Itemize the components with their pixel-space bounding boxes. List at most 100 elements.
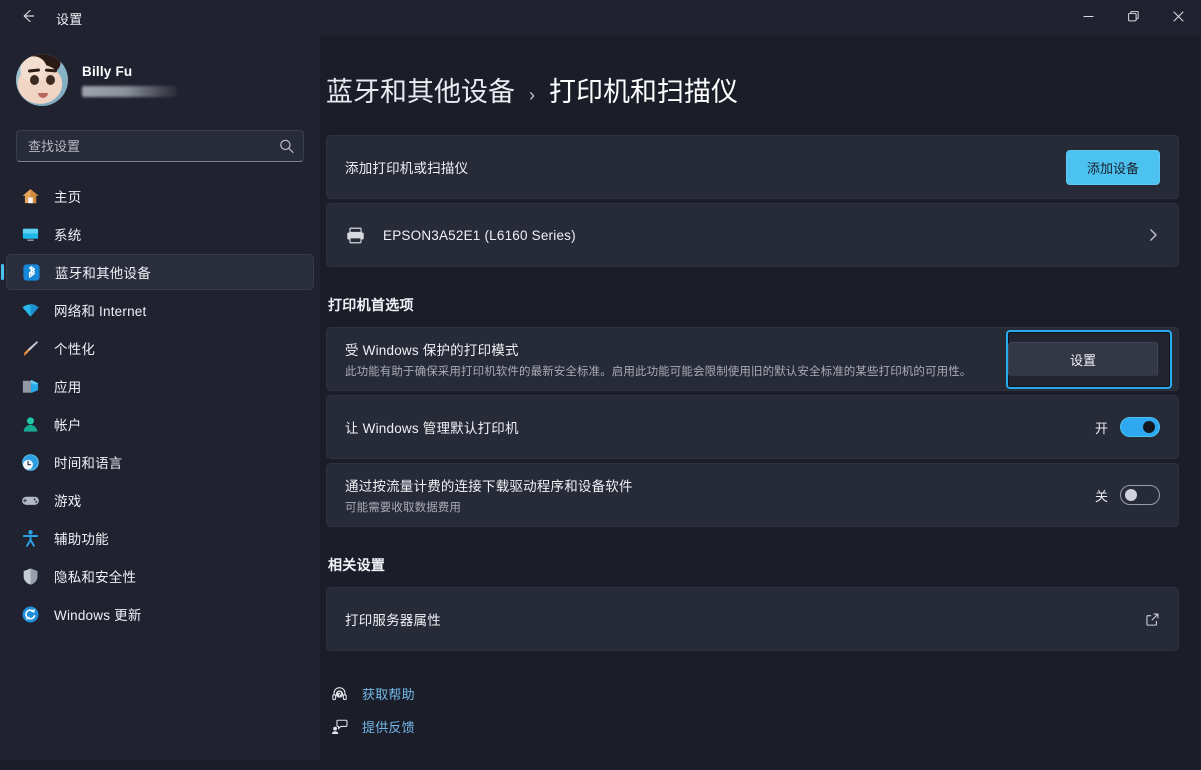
bluetooth-icon <box>21 262 41 282</box>
settings-window: 设置 Billy Fu 查找设置 主页 系统 蓝牙和其他设备 网络和 Inter… <box>0 0 1201 770</box>
profile-name: Billy Fu <box>82 63 133 79</box>
profile-section[interactable]: Billy Fu <box>0 40 320 118</box>
give-feedback-label[interactable]: 提供反馈 <box>362 717 415 736</box>
sidebar-item-time-language[interactable]: 时间和语言 <box>6 444 314 480</box>
sidebar-item-home[interactable]: 主页 <box>6 178 314 214</box>
sidebar-item-network[interactable]: 网络和 Internet <box>6 292 314 328</box>
protected-print-card: 受 Windows 保护的打印模式 此功能有助于确保采用打印机软件的最新安全标准… <box>326 327 1179 391</box>
search-input[interactable] <box>17 138 303 154</box>
metered-download-title: 通过按流量计费的连接下载驱动程序和设备软件 <box>345 479 633 494</box>
window-title: 设置 <box>56 11 83 27</box>
add-printer-card: 添加打印机或扫描仪 添加设备 <box>326 135 1179 199</box>
sidebar-item-windows-update[interactable]: Windows 更新 <box>6 596 314 632</box>
get-help-link[interactable]: 获取帮助 <box>330 677 1179 710</box>
protected-print-description: 此功能有助于确保采用打印机软件的最新安全标准。启用此功能可能会限制使用旧的默认安… <box>345 366 972 378</box>
protected-print-focus-ring: 设置 <box>1006 329 1172 389</box>
get-help-label[interactable]: 获取帮助 <box>362 684 415 703</box>
sidebar-item-label: 帐户 <box>54 418 82 433</box>
sidebar-item-label: 网络和 Internet <box>54 304 147 319</box>
arrow-left-icon <box>20 8 36 29</box>
windows-update-icon <box>20 604 40 624</box>
feedback-icon <box>330 718 348 735</box>
add-device-button[interactable]: 添加设备 <box>1065 149 1160 185</box>
sidebar-item-label: 蓝牙和其他设备 <box>55 266 151 281</box>
sidebar-item-accessibility[interactable]: 辅助功能 <box>6 520 314 556</box>
print-server-row[interactable]: 打印服务器属性 <box>327 588 1178 650</box>
printer-icon <box>345 225 367 246</box>
back-button[interactable] <box>8 2 48 34</box>
system-icon <box>20 224 40 244</box>
sidebar-item-bluetooth-devices[interactable]: 蓝牙和其他设备 <box>1 254 314 290</box>
default-printer-state-label: 开 <box>1094 420 1108 436</box>
search-icon <box>279 139 294 154</box>
sidebar-item-label: 时间和语言 <box>54 456 123 471</box>
sidebar-item-accounts[interactable]: 帐户 <box>6 406 314 442</box>
sidebar-item-gaming[interactable]: 游戏 <box>6 482 314 518</box>
sidebar-nav: 主页 系统 蓝牙和其他设备 网络和 Internet 个性化 应用 帐户 时间和… <box>0 176 320 634</box>
accessibility-icon <box>20 528 40 548</box>
apps-icon <box>20 376 40 396</box>
metered-download-description: 可能需要收取数据费用 <box>345 502 461 514</box>
minimize-icon <box>1083 9 1094 27</box>
home-icon <box>20 186 40 206</box>
add-printer-row: 添加打印机或扫描仪 添加设备 <box>327 136 1178 198</box>
printer-row[interactable]: EPSON3A52E1 (L6160 Series) <box>327 204 1178 266</box>
time-language-icon <box>20 452 40 472</box>
print-server-card[interactable]: 打印服务器属性 <box>326 587 1179 651</box>
breadcrumb: 蓝牙和其他设备 › 打印机和扫描仪 <box>326 70 1179 109</box>
metered-download-row: 通过按流量计费的连接下载驱动程序和设备软件 可能需要收取数据费用 关 <box>327 464 1178 526</box>
print-server-title: 打印服务器属性 <box>345 613 441 628</box>
sidebar-item-privacy-security[interactable]: 隐私和安全性 <box>6 558 314 594</box>
maximize-button[interactable] <box>1111 0 1156 36</box>
sidebar-item-label: Windows 更新 <box>54 608 142 623</box>
printer-name: EPSON3A52E1 (L6160 Series) <box>383 227 576 243</box>
default-printer-title: 让 Windows 管理默认打印机 <box>345 421 519 436</box>
chevron-right-icon[interactable] <box>1146 228 1160 242</box>
default-printer-row: 让 Windows 管理默认打印机 开 <box>327 396 1178 458</box>
accounts-icon <box>20 414 40 434</box>
sidebar-item-apps[interactable]: 应用 <box>6 368 314 404</box>
bottom-edge <box>0 760 1201 770</box>
close-icon <box>1173 9 1184 27</box>
protected-print-row: 受 Windows 保护的打印模式 此功能有助于确保采用打印机软件的最新安全标准… <box>327 328 1178 390</box>
search-box[interactable] <box>16 130 304 162</box>
sidebar-item-personalization[interactable]: 个性化 <box>6 330 314 366</box>
external-link-icon <box>1145 612 1160 627</box>
avatar <box>16 54 68 106</box>
default-printer-toggle[interactable] <box>1120 417 1160 437</box>
personalization-icon <box>20 338 40 358</box>
sidebar: Billy Fu 查找设置 主页 系统 蓝牙和其他设备 网络和 Internet… <box>0 36 320 770</box>
metered-download-state-label: 关 <box>1094 488 1108 504</box>
sidebar-item-label: 应用 <box>54 380 82 395</box>
gaming-icon <box>20 490 40 510</box>
title-bar: 设置 <box>0 0 1201 36</box>
printer-preferences-heading: 打印机首选项 <box>328 297 414 313</box>
privacy-security-icon <box>20 566 40 586</box>
minimize-button[interactable] <box>1066 0 1111 36</box>
sidebar-item-label: 游戏 <box>54 494 82 509</box>
sidebar-item-label: 主页 <box>54 190 82 205</box>
network-icon <box>20 300 40 320</box>
metered-download-toggle[interactable] <box>1120 485 1160 505</box>
main-content: 蓝牙和其他设备 › 打印机和扫描仪 添加打印机或扫描仪 添加设备 EPSON3A… <box>320 36 1201 770</box>
sidebar-item-system[interactable]: 系统 <box>6 216 314 252</box>
footer-links: 获取帮助 提供反馈 <box>326 677 1179 743</box>
related-settings-heading: 相关设置 <box>328 557 386 573</box>
printer-card[interactable]: EPSON3A52E1 (L6160 Series) <box>326 203 1179 267</box>
sidebar-item-label: 辅助功能 <box>54 532 109 547</box>
page-title: 打印机和扫描仪 <box>549 77 738 107</box>
default-printer-card: 让 Windows 管理默认打印机 开 <box>326 395 1179 459</box>
chevron-right-icon: › <box>529 85 535 105</box>
search-section <box>0 118 320 168</box>
protected-print-settings-button[interactable]: 设置 <box>1008 341 1158 377</box>
metered-download-card: 通过按流量计费的连接下载驱动程序和设备软件 可能需要收取数据费用 关 <box>326 463 1179 527</box>
sidebar-item-label: 个性化 <box>54 342 96 357</box>
give-feedback-link[interactable]: 提供反馈 <box>330 710 1179 743</box>
sidebar-item-label: 隐私和安全性 <box>54 570 137 585</box>
breadcrumb-parent[interactable]: 蓝牙和其他设备 <box>326 70 515 109</box>
close-button[interactable] <box>1156 0 1201 36</box>
maximize-icon <box>1128 9 1139 27</box>
protected-print-title: 受 Windows 保护的打印模式 <box>345 343 519 358</box>
help-headset-icon <box>330 685 348 702</box>
profile-email-redacted <box>82 85 177 97</box>
